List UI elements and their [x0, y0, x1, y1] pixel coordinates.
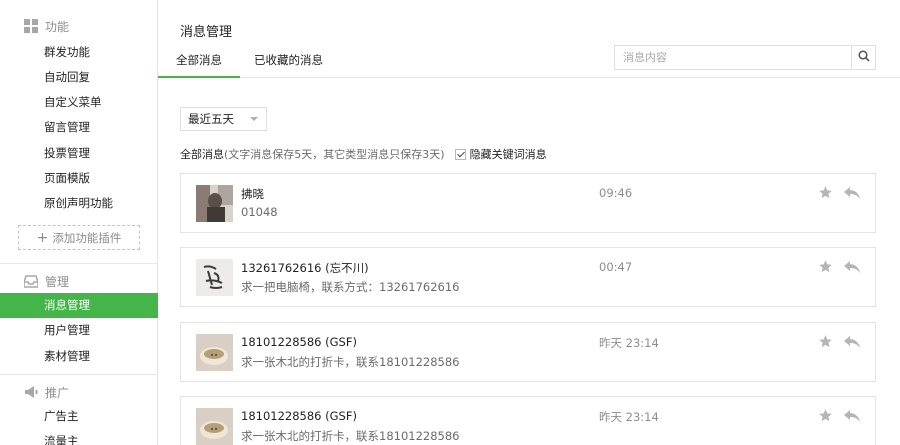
search-box [614, 45, 876, 70]
plus-icon: + [36, 229, 49, 246]
hide-keyword-label: 隐藏关键词消息 [469, 148, 547, 161]
sidebar-item-mass-send[interactable]: 群发功能 [0, 40, 158, 65]
sidebar-item-page-templates[interactable]: 页面模版 [0, 166, 158, 191]
sidebar-item-comments[interactable]: 留言管理 [0, 115, 158, 140]
search-icon [857, 50, 870, 65]
sender-name[interactable]: 拂晓 [241, 186, 264, 202]
inbox-icon [23, 274, 39, 288]
message-item: 13261762616 (忘不川) 求一把电脑椅，联系方式：1326176261… [180, 247, 876, 307]
hide-keyword-checkbox[interactable] [454, 148, 466, 160]
chevron-down-icon [250, 117, 258, 121]
message-time: 00:47 [599, 260, 633, 274]
avatar[interactable] [196, 185, 233, 222]
sidebar-item-votes[interactable]: 投票管理 [0, 141, 158, 166]
section-header-function: 功能 [24, 16, 69, 36]
main-panel: 消息管理 全部消息 已收藏的消息 最近五天 全部消息 (文字消息保存5天，其它类… [158, 0, 900, 445]
sidebar-item-traffic-owner[interactable]: 流量主 [0, 429, 158, 445]
time-range-value: 最近五天 [188, 112, 234, 126]
message-content: 求一张木北的打折卡，联系18101228586 [241, 355, 460, 369]
sidebar-item-users[interactable]: 用户管理 [0, 318, 158, 343]
section-header-promote: 推广 [24, 382, 69, 402]
star-icon[interactable] [818, 334, 833, 349]
reply-icon[interactable] [844, 186, 860, 200]
message-time: 昨天 23:14 [599, 410, 659, 424]
sender-name[interactable]: 13261762616 (忘不川) [241, 260, 369, 276]
avatar[interactable] [196, 334, 233, 371]
sender-name[interactable]: 18101228586 (GSF) [241, 335, 357, 349]
section-header-manage: 管理 [23, 271, 70, 291]
sidebar-item-messages[interactable]: 消息管理 [0, 293, 158, 318]
note-main: 全部消息 [180, 148, 224, 161]
message-time: 09:46 [599, 186, 633, 200]
message-time: 昨天 23:14 [599, 336, 659, 350]
search-input[interactable] [615, 46, 851, 69]
sender-name[interactable]: 18101228586 (GSF) [241, 409, 357, 423]
message-note: 全部消息 (文字消息保存5天，其它类型消息只保存3天) 隐藏关键词消息 [180, 146, 547, 162]
reply-icon[interactable] [844, 260, 860, 274]
sidebar-item-auto-reply[interactable]: 自动回复 [0, 65, 158, 90]
reply-icon[interactable] [844, 335, 860, 349]
section-label: 功能 [45, 19, 70, 34]
time-range-select[interactable]: 最近五天 [180, 107, 267, 131]
search-button[interactable] [851, 46, 875, 69]
star-icon[interactable] [818, 185, 833, 200]
message-item: 18101228586 (GSF) 求一张木北的打折卡，联系1810122858… [180, 322, 876, 382]
megaphone-icon [24, 385, 38, 399]
tab-starred-messages[interactable]: 已收藏的消息 [246, 46, 331, 78]
note-sub: (文字消息保存5天，其它类型消息只保存3天) [224, 148, 445, 161]
sidebar-item-advertiser[interactable]: 广告主 [0, 404, 158, 429]
divider [0, 263, 158, 264]
message-content: 01048 [241, 205, 278, 219]
reply-icon[interactable] [844, 409, 860, 423]
sidebar-item-original-declaration[interactable]: 原创声明功能 [0, 191, 158, 216]
divider [0, 374, 158, 375]
add-plugin-label: 添加功能插件 [52, 230, 122, 245]
tab-all-messages[interactable]: 全部消息 [158, 46, 240, 78]
message-content: 求一张木北的打折卡，联系18101228586 [241, 429, 460, 443]
section-label: 管理 [45, 274, 70, 289]
sidebar-item-materials[interactable]: 素材管理 [0, 344, 158, 369]
message-item: 18101228586 (GSF) 求一张木北的打折卡，联系1810122858… [180, 396, 876, 445]
page-title: 消息管理 [180, 25, 233, 40]
sidebar-item-custom-menu[interactable]: 自定义菜单 [0, 90, 158, 115]
star-icon[interactable] [818, 408, 833, 423]
message-item: 拂晓 01048 09:46 [180, 173, 876, 233]
message-content: 求一把电脑椅，联系方式：13261762616 [241, 280, 460, 294]
add-plugin-button[interactable]: + 添加功能插件 [18, 225, 140, 250]
star-icon[interactable] [818, 259, 833, 274]
avatar[interactable] [196, 408, 233, 445]
grid-icon [24, 19, 38, 33]
section-label: 推广 [45, 385, 70, 400]
sidebar: 功能 群发功能 自动回复 自定义菜单 留言管理 投票管理 页面模版 原创声明功能… [0, 0, 158, 445]
avatar[interactable] [196, 259, 233, 296]
